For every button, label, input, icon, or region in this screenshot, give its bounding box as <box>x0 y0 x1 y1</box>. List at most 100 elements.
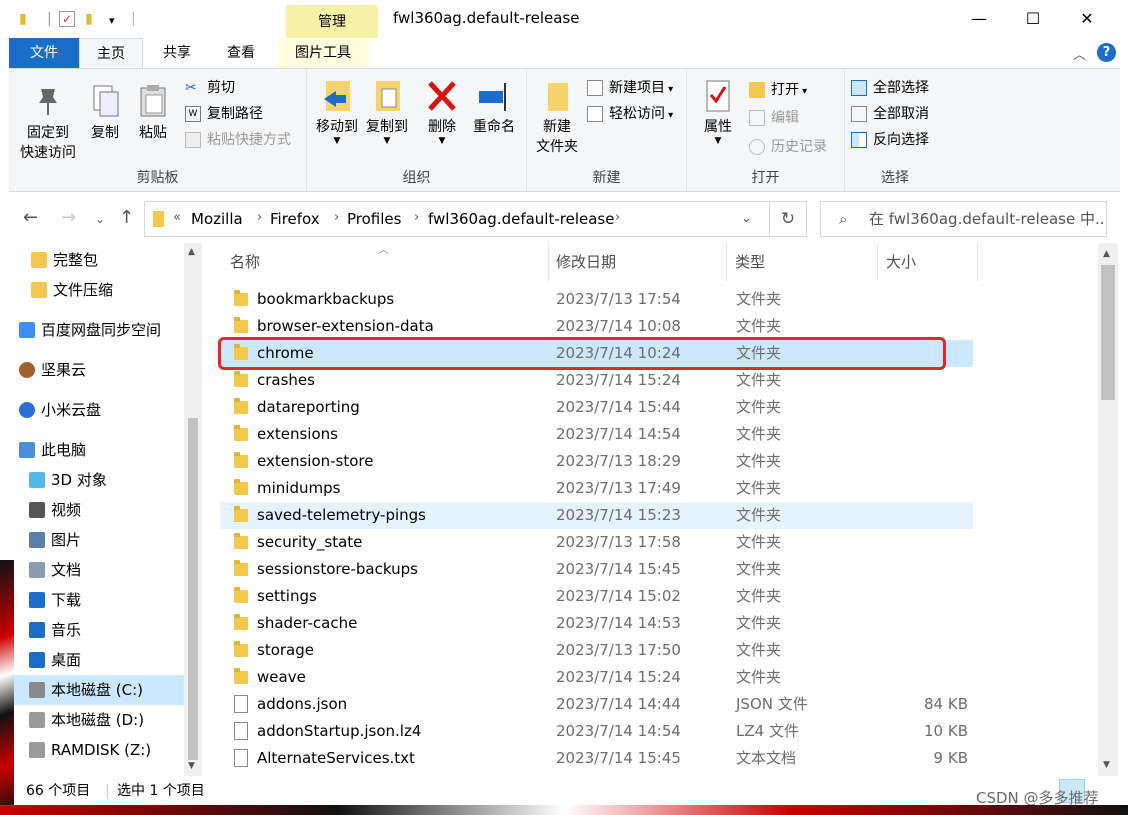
column-divider[interactable] <box>877 243 878 281</box>
breadcrumb-overflow[interactable]: « <box>173 210 181 225</box>
nav-item[interactable]: 3D 对象 <box>9 465 184 495</box>
new-folder-button[interactable]: 新建 文件夹 <box>533 77 581 157</box>
maximize-button[interactable]: ☐ <box>1010 4 1056 34</box>
nav-item[interactable]: 本地磁盘 (D:) <box>9 705 184 735</box>
file-row[interactable]: addonStartup.json.lz4 2023/7/14 14:54 LZ4 … <box>220 718 973 745</box>
file-row[interactable]: sessionstore-backups 2023/7/14 15:45 文件夹 <box>220 556 973 583</box>
scroll-down-icon[interactable]: ▼ <box>188 761 195 771</box>
column-header-modified[interactable]: 修改日期 <box>556 243 616 281</box>
breadcrumb-firefox[interactable]: Firefox <box>270 210 320 228</box>
file-row[interactable]: settings 2023/7/14 15:02 文件夹 <box>220 583 973 610</box>
file-row[interactable]: minidumps 2023/7/13 17:49 文件夹 <box>220 475 973 502</box>
collapse-ribbon-icon[interactable]: ︿ <box>1073 44 1086 63</box>
file-row[interactable]: addons.json 2023/7/14 14:44 JSON 文件 84 KB <box>220 691 973 718</box>
file-type: 文本文档 <box>736 749 797 767</box>
nav-item[interactable]: 此电脑 <box>9 435 184 465</box>
tab-file[interactable]: 文件 <box>9 38 79 68</box>
paste-button[interactable]: 粘贴 <box>133 83 173 143</box>
breadcrumb-profiles[interactable]: Profiles <box>347 210 401 228</box>
tab-home[interactable]: 主页 <box>79 38 143 69</box>
nav-pane-scrollbar[interactable]: ▲ ▼ <box>184 243 202 776</box>
nav-item[interactable]: RAMDISK (Z:) <box>9 735 184 765</box>
tab-share[interactable]: 共享 <box>149 38 205 68</box>
move-to-button[interactable]: 移动到 ▼ <box>313 77 361 146</box>
breadcrumb-mozilla[interactable]: Mozilla <box>191 210 243 228</box>
nav-item[interactable]: 下载 <box>9 585 184 615</box>
file-row[interactable]: crashes 2023/7/14 15:24 文件夹 <box>220 367 973 394</box>
copy-button[interactable]: 复制 <box>85 83 125 143</box>
up-button[interactable]: ↑ <box>119 207 134 228</box>
copy-path-button[interactable]: W 复制路径 <box>185 103 263 125</box>
cut-button[interactable]: ✂ 剪切 <box>185 77 235 99</box>
paste-shortcut-button[interactable]: 粘贴快捷方式 <box>185 129 291 151</box>
nav-item[interactable]: 本地磁盘 (C:) <box>9 675 184 705</box>
copy-to-button[interactable]: 复制到 ▼ <box>363 77 411 146</box>
file-row[interactable]: AlternateServices.txt 2023/7/14 15:45 文本文档… <box>220 745 973 772</box>
nav-item[interactable]: 百度网盘同步空间 <box>9 315 184 345</box>
nav-item[interactable]: 图片 <box>9 525 184 555</box>
file-row[interactable]: saved-telemetry-pings 2023/7/14 15:23 文件夹 <box>220 502 973 529</box>
address-bar[interactable]: « Mozilla › Firefox › Profiles › fwl360a… <box>144 201 770 237</box>
close-button[interactable]: ✕ <box>1064 4 1110 34</box>
scroll-up-icon[interactable]: ▲ <box>1103 249 1110 259</box>
select-none-button[interactable]: 全部取消 <box>851 103 929 125</box>
file-row[interactable]: extensions 2023/7/14 14:54 文件夹 <box>220 421 973 448</box>
column-divider[interactable] <box>977 243 978 281</box>
nav-pane-scroll-thumb[interactable] <box>188 418 198 760</box>
column-header-type[interactable]: 类型 <box>735 243 765 281</box>
pin-quick-access-button[interactable]: 固定到 快速访问 <box>13 83 83 163</box>
properties-quick-icon[interactable]: ✓ <box>59 11 75 27</box>
nav-item[interactable]: 桌面 <box>9 645 184 675</box>
file-row[interactable]: extension-store 2023/7/13 18:29 文件夹 <box>220 448 973 475</box>
forward-button[interactable]: → <box>61 207 76 228</box>
rename-button[interactable]: 重命名 <box>467 77 521 137</box>
file-row[interactable]: weave 2023/7/14 15:24 文件夹 <box>220 664 973 691</box>
address-dropdown-icon[interactable]: ⌄ <box>741 211 752 226</box>
nav-item[interactable]: 完整包 <box>9 245 184 275</box>
tab-manage[interactable]: 管理 <box>286 5 378 38</box>
nav-item[interactable]: 文件压缩 <box>9 275 184 305</box>
select-all-button[interactable]: 全部选择 <box>851 77 929 99</box>
minimize-button[interactable]: — <box>956 4 1002 34</box>
scroll-down-icon[interactable]: ▼ <box>1103 760 1110 770</box>
properties-button[interactable]: 属性 ▼ <box>697 77 739 146</box>
breadcrumb-separator-icon[interactable]: › <box>414 210 419 225</box>
column-header-name[interactable]: 名称 <box>230 243 260 281</box>
help-icon[interactable]: ? <box>1097 43 1116 62</box>
column-divider[interactable] <box>548 243 549 281</box>
back-button[interactable]: ← <box>23 207 38 228</box>
nav-item[interactable]: 小米云盘 <box>9 395 184 425</box>
search-input[interactable]: ⌕ 在 fwl360ag.default-release 中... <box>820 201 1107 237</box>
breadcrumb-separator-icon[interactable]: › <box>257 210 262 225</box>
nav-item[interactable]: 文档 <box>9 555 184 585</box>
file-row[interactable]: shader-cache 2023/7/14 14:53 文件夹 <box>220 610 973 637</box>
history-button[interactable]: 历史记录 <box>749 136 827 158</box>
delete-button[interactable]: 删除 ▼ <box>421 77 463 146</box>
nav-item[interactable]: 坚果云 <box>9 355 184 385</box>
file-row[interactable]: bookmarkbackups 2023/7/13 17:54 文件夹 <box>220 286 973 313</box>
customize-quick-access-icon[interactable]: ▾ <box>109 14 115 27</box>
file-row[interactable]: datareporting 2023/7/14 15:44 文件夹 <box>220 394 973 421</box>
easy-access-button[interactable]: 轻松访问 ▾ <box>587 103 673 125</box>
column-header-size[interactable]: 大小 <box>886 243 916 281</box>
recent-locations-button[interactable]: ⌄ <box>95 212 105 226</box>
file-list-scroll-thumb[interactable] <box>1101 265 1115 400</box>
edit-button[interactable]: 编辑 <box>749 107 799 129</box>
new-item-button[interactable]: 新建项目 ▾ <box>587 77 673 99</box>
file-row[interactable]: browser-extension-data 2023/7/14 10:08 文件夹 <box>220 313 973 340</box>
open-button[interactable]: 打开 ▾ <box>749 79 807 101</box>
new-folder-quick-icon[interactable]: ▮ <box>85 11 93 27</box>
scroll-up-icon[interactable]: ▲ <box>188 247 195 257</box>
breadcrumb-separator-icon[interactable]: › <box>615 210 620 225</box>
tab-view[interactable]: 查看 <box>213 38 269 68</box>
file-row[interactable]: storage 2023/7/13 17:50 文件夹 <box>220 637 973 664</box>
breadcrumb-separator-icon[interactable]: › <box>334 210 339 225</box>
nav-item[interactable]: 视频 <box>9 495 184 525</box>
file-row[interactable]: security_state 2023/7/13 17:58 文件夹 <box>220 529 973 556</box>
breadcrumb-profile-folder[interactable]: fwl360ag.default-release <box>428 210 614 228</box>
tab-picture-tools[interactable]: 图片工具 <box>277 38 369 68</box>
nav-item[interactable]: 音乐 <box>9 615 184 645</box>
invert-selection-button[interactable]: 反向选择 <box>851 129 929 151</box>
refresh-button[interactable]: ↻ <box>769 201 807 237</box>
column-divider[interactable] <box>726 243 727 281</box>
